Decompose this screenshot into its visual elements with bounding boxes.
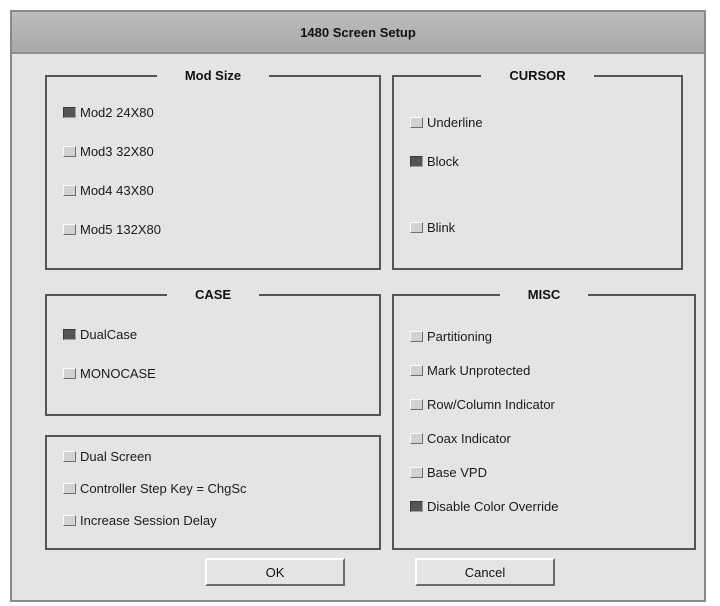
option-mod3[interactable]: Mod3 32X80 (63, 144, 154, 159)
option-indicator-icon (410, 399, 423, 410)
option-dualcase[interactable]: DualCase (63, 327, 137, 342)
option-disable-color-override[interactable]: Disable Color Override (410, 499, 559, 514)
option-label: Row/Column Indicator (427, 397, 555, 412)
option-controller-step-key[interactable]: Controller Step Key = ChgSc (63, 481, 247, 496)
dialog-titlebar[interactable]: 1480 Screen Setup (12, 12, 704, 54)
option-label: Partitioning (427, 329, 493, 344)
option-base-vpd[interactable]: Base VPD (410, 465, 487, 480)
option-label: Mod5 132X80 (80, 222, 161, 237)
option-label: Disable Color Override (427, 499, 559, 514)
option-increase-session-delay[interactable]: Increase Session Delay (63, 513, 217, 528)
option-indicator-icon (63, 515, 76, 526)
cursor-group: CURSOR Underline Block Blink (392, 68, 683, 270)
option-indicator-icon (63, 329, 76, 340)
option-underline[interactable]: Underline (410, 115, 483, 130)
option-indicator-icon (63, 368, 76, 379)
case-title: CASE (166, 287, 260, 302)
option-label: Mod2 24X80 (80, 105, 154, 120)
option-monocase[interactable]: MONOCASE (63, 366, 156, 381)
option-mod2[interactable]: Mod2 24X80 (63, 105, 154, 120)
option-indicator-icon (63, 107, 76, 118)
option-indicator-icon (410, 117, 423, 128)
option-mark-unprotected[interactable]: Mark Unprotected (410, 363, 530, 378)
option-mod5[interactable]: Mod5 132X80 (63, 222, 161, 237)
option-indicator-icon (410, 331, 423, 342)
option-indicator-icon (410, 365, 423, 376)
option-label: Blink (427, 220, 456, 235)
option-label: Increase Session Delay (80, 513, 217, 528)
option-indicator-icon (63, 185, 76, 196)
misc-title: MISC (499, 287, 589, 302)
option-row-column-indicator[interactable]: Row/Column Indicator (410, 397, 555, 412)
ok-button[interactable]: OK (205, 558, 345, 586)
option-blink[interactable]: Blink (410, 220, 455, 235)
cursor-title: CURSOR (481, 68, 594, 83)
option-label: Base VPD (427, 465, 487, 480)
screen-setup-dialog: 1480 Screen Setup Mod Size Mod2 24X80 Mo… (10, 10, 706, 602)
misc-group: MISC Partitioning Mark Unprotected Row/C… (392, 287, 696, 550)
option-indicator-icon (63, 224, 76, 235)
case-group: CASE DualCase MONOCASE (45, 287, 381, 416)
mod-size-group: Mod Size Mod2 24X80 Mod3 32X80 Mod4 43X8… (45, 68, 381, 270)
option-mod4[interactable]: Mod4 43X80 (63, 183, 154, 198)
option-indicator-icon (63, 146, 76, 157)
option-label: Dual Screen (80, 449, 152, 464)
option-label: MONOCASE (80, 366, 156, 381)
option-block[interactable]: Block (410, 154, 459, 169)
option-indicator-icon (63, 451, 76, 462)
option-dual-screen[interactable]: Dual Screen (63, 449, 152, 464)
option-partitioning[interactable]: Partitioning (410, 329, 492, 344)
option-indicator-icon (410, 222, 423, 233)
option-label: Underline (427, 115, 483, 130)
option-label: Mod3 32X80 (80, 144, 154, 159)
option-label: DualCase (80, 327, 138, 342)
option-indicator-icon (410, 467, 423, 478)
option-label: Controller Step Key = ChgSc (80, 481, 247, 496)
option-indicator-icon (410, 156, 423, 167)
option-indicator-icon (410, 501, 423, 512)
option-label: Coax Indicator (427, 431, 511, 446)
cancel-button[interactable]: Cancel (415, 558, 555, 586)
option-label: Mark Unprotected (427, 363, 531, 378)
dialog-title: 1480 Screen Setup (300, 24, 416, 40)
session-options-group: Dual Screen Controller Step Key = ChgSc … (45, 435, 381, 550)
option-label: Block (427, 154, 459, 169)
mod-size-title: Mod Size (156, 68, 270, 83)
option-label: Mod4 43X80 (80, 183, 154, 198)
option-indicator-icon (410, 433, 423, 444)
option-indicator-icon (63, 483, 76, 494)
option-coax-indicator[interactable]: Coax Indicator (410, 431, 511, 446)
